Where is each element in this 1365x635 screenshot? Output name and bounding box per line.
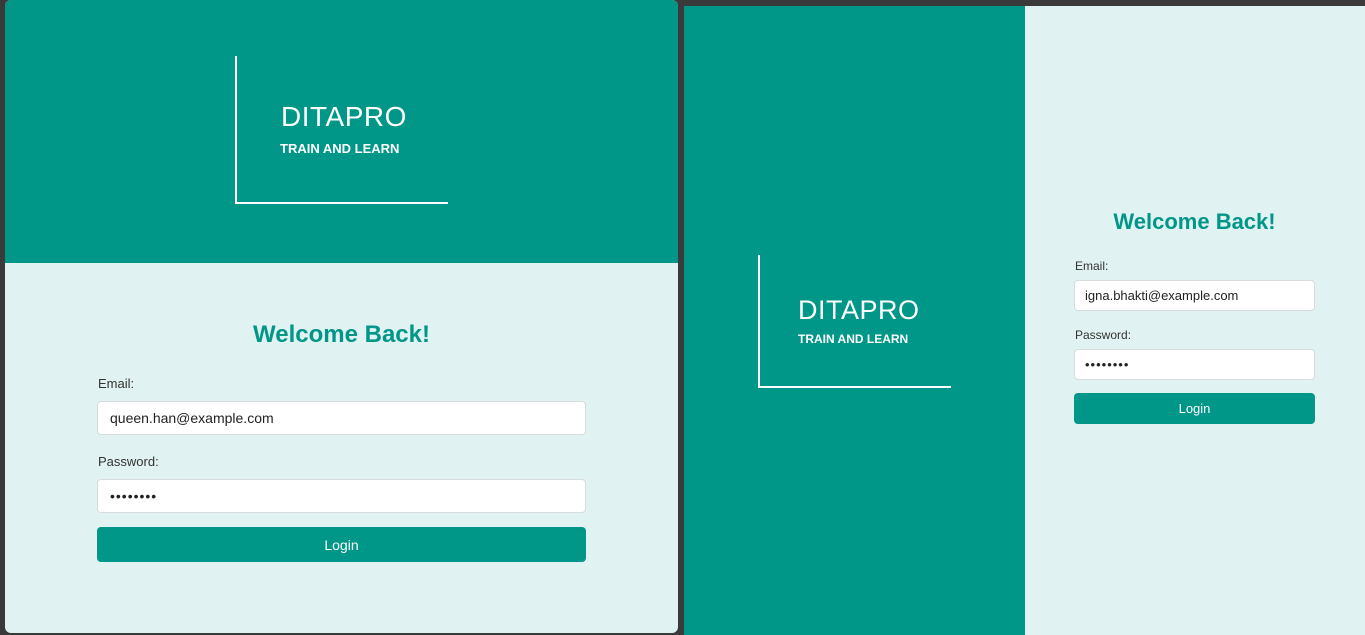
brand-hero: DITAPRO TRAIN AND LEARN xyxy=(684,6,1025,635)
welcome-heading: Welcome Back! xyxy=(253,321,430,348)
brand-name: DITAPRO xyxy=(281,101,407,132)
brand-tagline: TRAIN AND LEARN xyxy=(798,332,909,346)
brand-hero: DITAPRO TRAIN AND LEARN xyxy=(5,0,678,263)
email-label: Email: xyxy=(1075,259,1109,273)
password-field[interactable] xyxy=(97,479,586,513)
right-login-view: DITAPRO TRAIN AND LEARN Welcome Back! Em… xyxy=(684,6,1365,635)
password-label: Password: xyxy=(98,454,159,469)
login-button[interactable]: Login xyxy=(97,527,586,562)
password-label: Password: xyxy=(1075,328,1132,342)
password-field[interactable] xyxy=(1074,349,1315,380)
welcome-heading: Welcome Back! xyxy=(1113,209,1276,234)
email-field[interactable] xyxy=(97,401,586,435)
login-button[interactable]: Login xyxy=(1074,393,1315,424)
left-login-view: DITAPRO TRAIN AND LEARN Welcome Back! Em… xyxy=(5,0,678,633)
screenshot-stage: DITAPRO TRAIN AND LEARN Welcome Back! Em… xyxy=(0,0,1365,635)
brand-tagline: TRAIN AND LEARN xyxy=(280,141,400,156)
email-field[interactable] xyxy=(1074,280,1315,311)
brand-name: DITAPRO xyxy=(798,295,920,325)
email-label: Email: xyxy=(98,376,135,391)
